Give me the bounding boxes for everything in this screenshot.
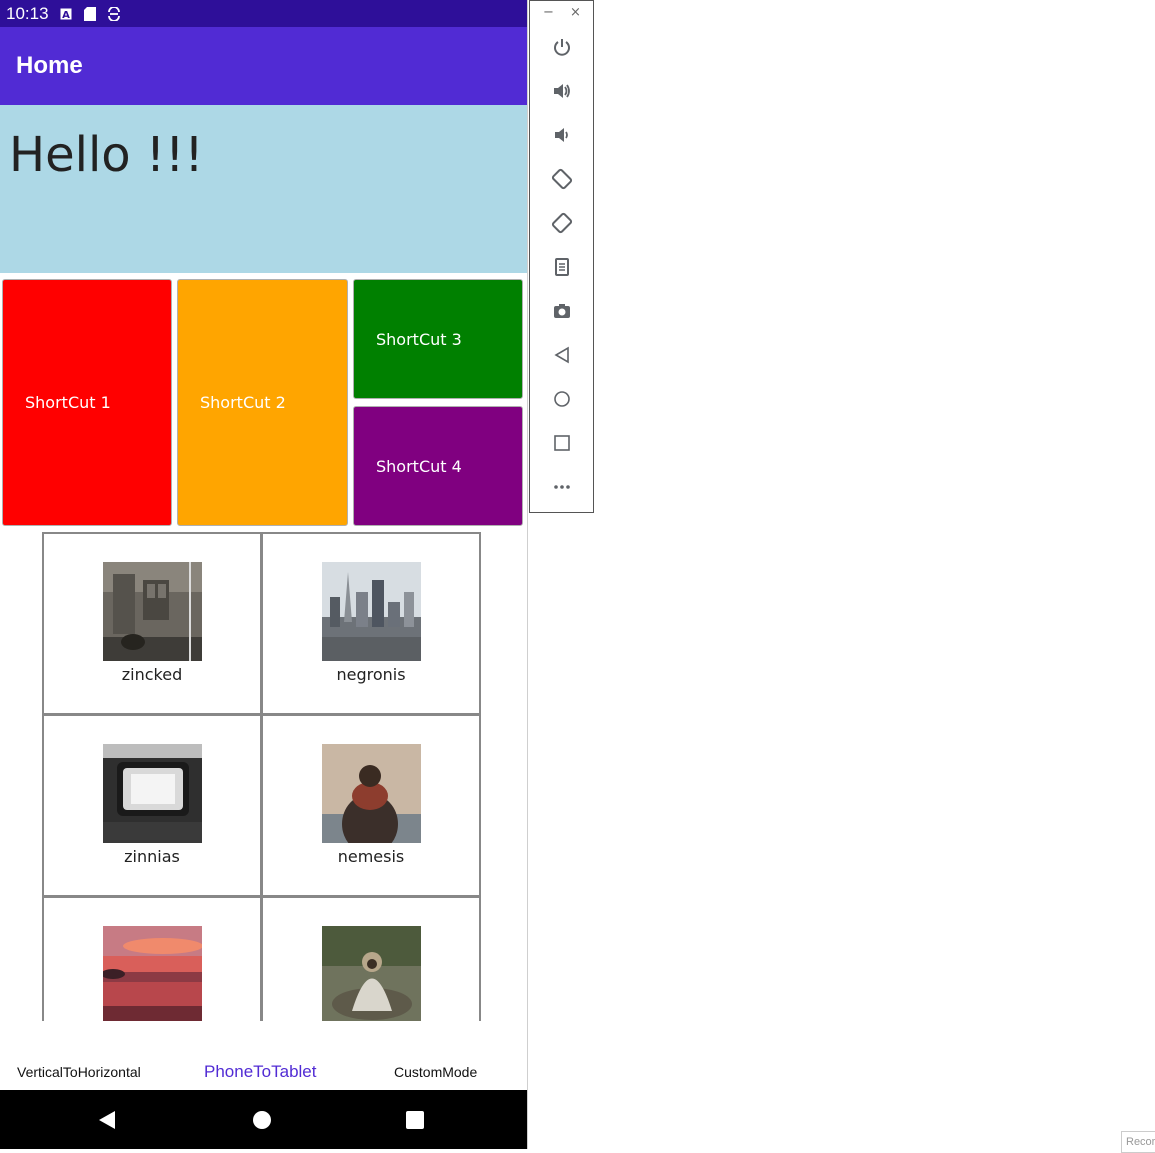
more-icon[interactable]: [550, 475, 574, 499]
back-icon[interactable]: [550, 343, 574, 367]
gallery-grid[interactable]: zincked negronis zinnias nemesis: [42, 532, 483, 1021]
shortcut-2-label: ShortCut 2: [200, 393, 286, 412]
shortcut-3-button[interactable]: ShortCut 3: [353, 279, 523, 399]
rotate-right-icon[interactable]: [550, 211, 574, 235]
status-bar: 10:13 A: [0, 0, 527, 27]
sd-card-icon: [83, 6, 97, 21]
shortcut-3-label: ShortCut 3: [376, 329, 462, 349]
sunset-photo: [103, 926, 202, 1021]
close-button[interactable]: ×: [570, 5, 581, 20]
power-icon[interactable]: [550, 35, 574, 59]
zincked-photo: [103, 562, 202, 661]
gallery-item-label: zinnias: [124, 847, 180, 866]
volume-up-icon[interactable]: [550, 79, 574, 103]
clipboard-icon[interactable]: [550, 255, 574, 279]
camera-icon[interactable]: [550, 299, 574, 323]
zinnias-photo: [103, 744, 202, 843]
app-bar: Home: [0, 27, 527, 105]
pug-photo: [322, 926, 421, 1021]
status-time: 10:13: [6, 3, 49, 23]
gallery-item-label: nemesis: [337, 847, 405, 866]
recents-icon[interactable]: [403, 1108, 427, 1132]
negronis-photo: [322, 562, 421, 661]
gallery-item-label: zincked: [121, 665, 183, 684]
rotate-left-icon[interactable]: [550, 167, 574, 191]
shortcut-4-label: ShortCut 4: [376, 456, 462, 476]
volume-down-icon[interactable]: [550, 123, 574, 147]
hello-text: Hello !!!: [9, 127, 204, 183]
page-title: Home: [16, 52, 83, 79]
shortcut-4-button[interactable]: ShortCut 4: [353, 406, 523, 526]
emulator-side-panel: − ×: [529, 0, 594, 513]
shortcut-1-button[interactable]: ShortCut 1: [2, 279, 172, 526]
home-icon[interactable]: [250, 1108, 274, 1132]
shortcut-2-button[interactable]: ShortCut 2: [177, 279, 348, 526]
sync-icon: [107, 6, 121, 21]
gallery-item-negronis[interactable]: negronis: [261, 532, 481, 715]
nemesis-photo: [322, 744, 421, 843]
tab-phone-to-tablet[interactable]: PhoneToTablet: [204, 1062, 316, 1082]
shortcut-1-label: ShortCut 1: [25, 393, 111, 412]
gallery-item-nemesis[interactable]: nemesis: [261, 714, 481, 897]
overview-icon[interactable]: [550, 431, 574, 455]
system-nav-bar: [0, 1090, 527, 1149]
home-icon[interactable]: [550, 387, 574, 411]
gallery-item-label: negronis: [336, 665, 406, 684]
gallery-item-pug[interactable]: [261, 896, 481, 1021]
record-label: Recor: [1121, 1131, 1155, 1153]
gallery-item-sunset[interactable]: [42, 896, 262, 1021]
a-icon: A: [59, 7, 73, 21]
phone-screen: 10:13 A Home Hello !!! ShortCut 1 ShortC…: [0, 0, 528, 1149]
hello-panel: Hello !!!: [0, 105, 527, 273]
minimize-button[interactable]: −: [543, 5, 554, 20]
back-icon[interactable]: [95, 1108, 119, 1132]
svg-text:A: A: [62, 10, 70, 20]
gallery-item-zinnias[interactable]: zinnias: [42, 714, 262, 897]
bottom-tab-bar: VerticalToHorizontal PhoneToTablet Custo…: [0, 1052, 527, 1090]
tab-custom-mode[interactable]: CustomMode: [394, 1064, 477, 1080]
gallery-item-zincked[interactable]: zincked: [42, 532, 262, 715]
tab-vertical-to-horizontal[interactable]: VerticalToHorizontal: [17, 1064, 141, 1080]
